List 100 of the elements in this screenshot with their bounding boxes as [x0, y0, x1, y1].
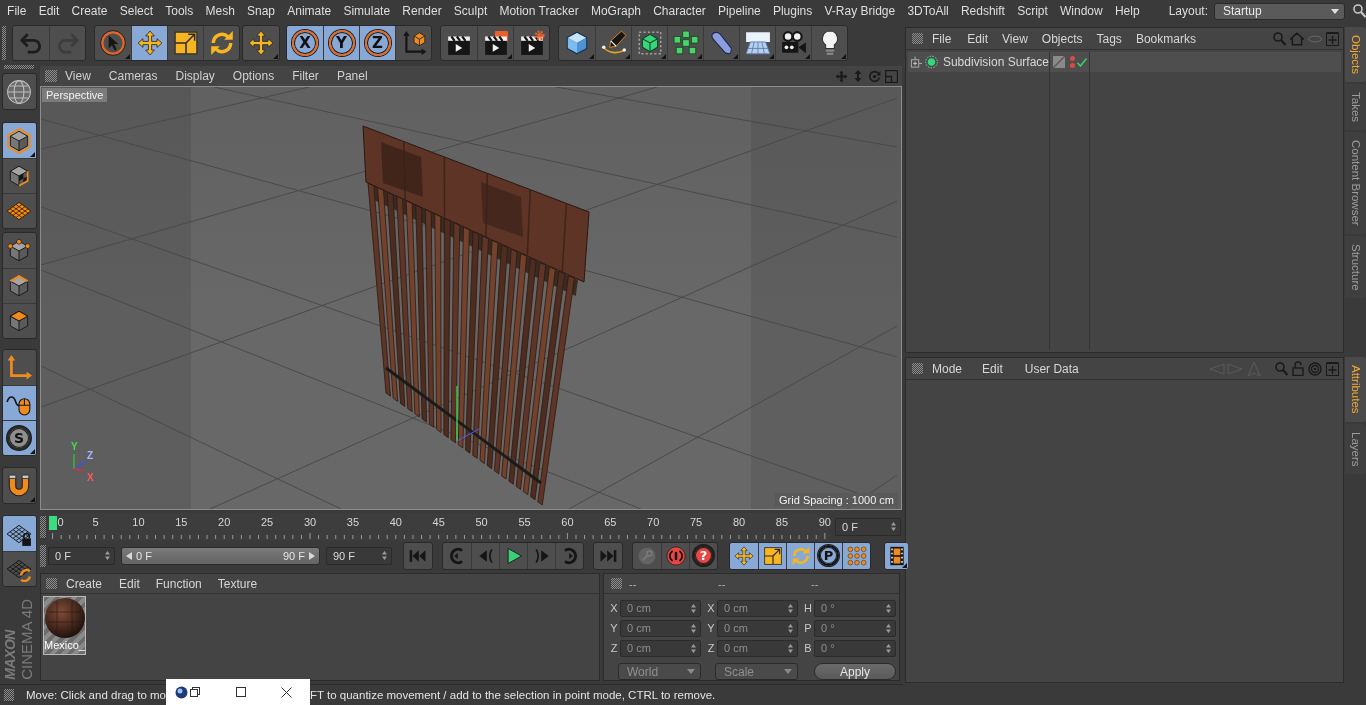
- visibility-dot-icon[interactable]: [1070, 63, 1075, 68]
- side-tab[interactable]: Layers: [1345, 423, 1366, 475]
- grip-handle[interactable]: [46, 578, 57, 589]
- menu-item[interactable]: Texture: [209, 576, 266, 591]
- scale-tool-button[interactable]: [758, 542, 786, 569]
- workplane-lock-button[interactable]: [2, 516, 36, 551]
- menu-item[interactable]: Edit: [960, 31, 996, 46]
- side-tab[interactable]: Attributes: [1345, 357, 1366, 422]
- pen-button[interactable]: [595, 26, 631, 60]
- menu-item[interactable]: Mesh: [199, 2, 241, 20]
- 3d-viewport[interactable]: Perspective Y Z X Grid Spacing : 1000 cm: [40, 86, 902, 510]
- menu-item[interactable]: Plugins: [766, 2, 819, 20]
- menu-item[interactable]: View: [57, 69, 100, 83]
- axis-lock-button[interactable]: Y: [323, 26, 359, 60]
- model-mode-button[interactable]: [2, 123, 36, 158]
- axis-lock-button[interactable]: Z: [359, 26, 395, 60]
- deformer-button[interactable]: [703, 26, 739, 60]
- menu-item[interactable]: File: [1, 2, 33, 20]
- menu-item[interactable]: Mode: [923, 361, 972, 376]
- timeline-button[interactable]: [885, 542, 908, 569]
- search-icon[interactable]: [1353, 4, 1366, 18]
- layout-dropdown[interactable]: Startup: [1214, 2, 1345, 20]
- menu-item[interactable]: Display: [166, 69, 224, 83]
- menu-item[interactable]: Edit: [111, 576, 148, 591]
- check-icon[interactable]: [1077, 57, 1087, 67]
- restore-button[interactable]: [190, 686, 201, 698]
- menu-item[interactable]: Tools: [159, 2, 200, 20]
- floor-button[interactable]: [739, 26, 775, 60]
- visibility-dot-icon[interactable]: [1070, 56, 1075, 61]
- menu-item[interactable]: Edit: [971, 361, 1014, 376]
- parameter-key-button[interactable]: P: [814, 542, 842, 569]
- menu-item[interactable]: Render: [396, 2, 448, 20]
- grip-handle[interactable]: [912, 363, 923, 374]
- grip-handle[interactable]: [40, 544, 46, 567]
- cloner-button[interactable]: [667, 26, 703, 60]
- maximize-button[interactable]: [235, 686, 247, 698]
- menu-item[interactable]: View: [995, 31, 1035, 46]
- autokey-button[interactable]: [661, 542, 689, 569]
- playhead-marker[interactable]: [48, 515, 57, 530]
- grip-handle[interactable]: [912, 33, 923, 44]
- end-frame-field[interactable]: 90 F: [326, 546, 392, 565]
- menu-item[interactable]: Cameras: [99, 69, 167, 83]
- grip-handle[interactable]: [4, 689, 14, 701]
- axis-label: X: [609, 602, 619, 614]
- camera-name-label[interactable]: Perspective: [42, 88, 108, 102]
- subdivision-surface-button[interactable]: [631, 26, 667, 60]
- menu-item[interactable]: Motion Tracker: [493, 2, 585, 20]
- position-key-button[interactable]: [730, 542, 758, 569]
- menu-item[interactable]: Create: [57, 576, 112, 591]
- side-tab[interactable]: Structure: [1345, 235, 1366, 299]
- side-tab[interactable]: Content Browser: [1345, 132, 1366, 234]
- menu-item[interactable]: Bookmarks: [1128, 31, 1203, 46]
- solo-button[interactable]: S: [2, 420, 36, 455]
- rotate-tool-button[interactable]: [786, 542, 814, 569]
- menu-item[interactable]: MoGraph: [584, 2, 648, 20]
- menu-item[interactable]: Filter: [283, 69, 328, 83]
- menu-item[interactable]: Sculpt: [447, 2, 494, 20]
- menu-item[interactable]: User Data: [1013, 361, 1090, 376]
- grip-handle[interactable]: [4, 65, 34, 69]
- menu-item[interactable]: Animate: [281, 2, 338, 20]
- object-row[interactable]: Subdivision Surface: [908, 52, 1341, 72]
- menu-item[interactable]: Options: [223, 69, 284, 83]
- menu-item[interactable]: Panel: [327, 69, 377, 83]
- menu-item[interactable]: Simulate: [337, 2, 397, 20]
- menu-item[interactable]: Function: [147, 576, 210, 591]
- menu-item[interactable]: File: [923, 31, 961, 46]
- menu-item[interactable]: Objects: [1034, 31, 1090, 46]
- camera-button[interactable]: [775, 26, 811, 60]
- grip-handle[interactable]: [45, 70, 57, 82]
- menu-item[interactable]: 3DToAll: [901, 2, 955, 20]
- current-frame-field[interactable]: 0 F: [835, 517, 901, 536]
- move-tool-button[interactable]: [131, 26, 167, 60]
- axis-lock-button[interactable]: X: [287, 26, 323, 60]
- light-button[interactable]: [811, 26, 847, 60]
- menu-item[interactable]: Tags: [1089, 31, 1129, 46]
- material-tile[interactable]: Mexico_: [43, 596, 86, 655]
- side-tab[interactable]: Takes: [1345, 84, 1366, 131]
- menu-item[interactable]: V-Ray Bridge: [818, 2, 902, 20]
- menu-item[interactable]: Pipeline: [711, 2, 767, 20]
- close-button[interactable]: [281, 686, 293, 698]
- menu-item[interactable]: Character: [647, 2, 712, 20]
- menu-item[interactable]: Script: [1011, 2, 1054, 20]
- menu-item[interactable]: Create: [65, 2, 114, 20]
- menu-item[interactable]: Window: [1053, 2, 1109, 20]
- preview-range-slider[interactable]: 0 F 90 F: [122, 547, 319, 564]
- menu-item[interactable]: Redshift: [954, 2, 1012, 20]
- grip-handle[interactable]: [2, 26, 6, 60]
- menu-item[interactable]: Edit: [32, 2, 66, 20]
- grip-handle[interactable]: [40, 515, 46, 538]
- grip-handle[interactable]: [611, 578, 622, 589]
- menu-item[interactable]: Help: [1108, 2, 1146, 20]
- menu-item[interactable]: Select: [113, 2, 160, 20]
- point-level-button[interactable]: [842, 542, 870, 569]
- tweak-mode-button[interactable]: [2, 385, 36, 420]
- start-frame-field[interactable]: 0 F: [48, 546, 115, 565]
- panel-toggle-icon[interactable]: [885, 69, 898, 83]
- expand-icon[interactable]: [910, 55, 922, 69]
- side-tab[interactable]: Objects: [1345, 27, 1366, 82]
- picture-viewer-button[interactable]: [477, 26, 513, 60]
- menu-item[interactable]: Snap: [240, 2, 282, 20]
